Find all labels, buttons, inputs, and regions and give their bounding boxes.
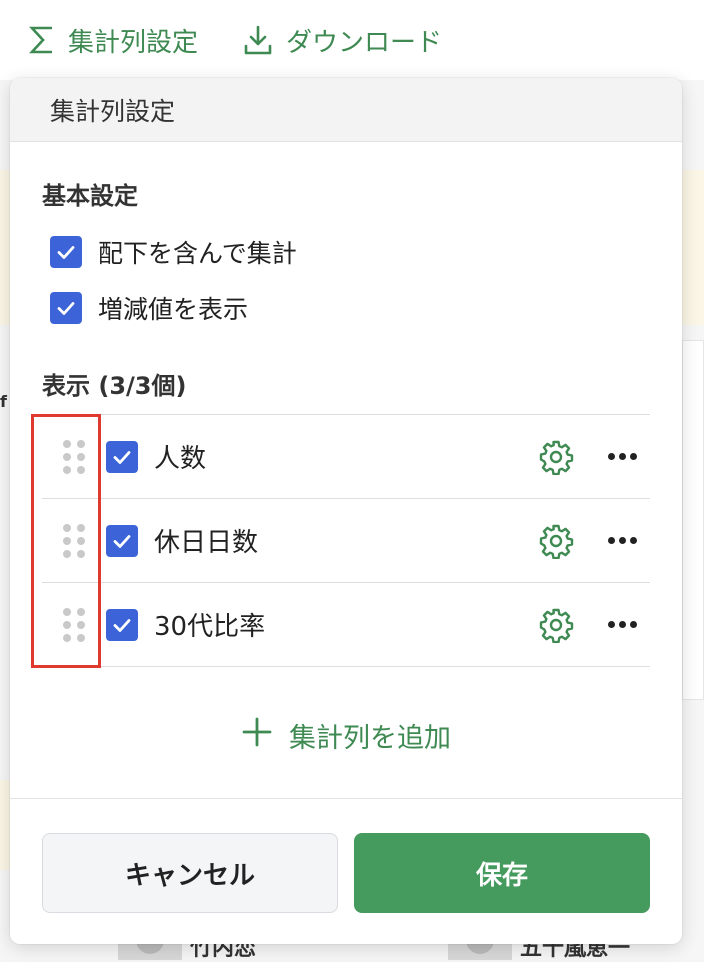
list-item: 休日日数 <box>42 499 650 583</box>
drag-handle-icon[interactable] <box>42 499 106 582</box>
list-item: 30代比率 <box>42 583 650 667</box>
panel-footer: キャンセル 保存 <box>10 798 682 944</box>
option-include-subordinates[interactable]: 配下を含んで集計 <box>50 234 297 270</box>
column-label: 30代比率 <box>154 606 536 643</box>
download-icon <box>242 24 274 56</box>
aggregate-settings-panel: 集計列設定 基本設定 配下を含んで集計 増減値を表示 表示 (3/3個) 人数 <box>10 78 682 944</box>
aggregate-settings-button[interactable]: 集計列設定 <box>28 22 198 59</box>
drag-handle-icon[interactable] <box>42 415 106 498</box>
list-item: 人数 <box>42 415 650 499</box>
plus-icon <box>241 716 273 755</box>
aggregate-settings-label: 集計列設定 <box>68 22 198 59</box>
background-partial-letter: f <box>0 392 7 411</box>
checkmark-icon <box>55 297 77 319</box>
save-button[interactable]: 保存 <box>354 833 650 913</box>
gear-icon[interactable] <box>536 605 576 645</box>
toolbar: 集計列設定 ダウンロード <box>0 0 704 80</box>
add-column-label: 集計列を追加 <box>289 716 451 755</box>
gear-icon[interactable] <box>536 521 576 561</box>
option-label: 配下を含んで集計 <box>98 234 297 270</box>
checkbox[interactable] <box>106 441 138 473</box>
more-options-icon[interactable] <box>602 537 642 544</box>
column-label: 休日日数 <box>154 522 536 559</box>
panel-title: 集計列設定 <box>50 92 175 128</box>
drag-handle-icon[interactable] <box>42 583 106 666</box>
checkbox[interactable] <box>50 236 82 268</box>
cancel-button[interactable]: キャンセル <box>42 833 338 913</box>
checkbox[interactable] <box>106 609 138 641</box>
background-highlight <box>682 170 704 325</box>
column-label: 人数 <box>154 438 536 475</box>
checkmark-icon <box>111 614 133 636</box>
more-options-icon[interactable] <box>602 621 642 628</box>
display-section-title: 表示 (3/3個) <box>42 366 186 401</box>
option-show-change[interactable]: 増減値を表示 <box>50 290 248 326</box>
checkmark-icon <box>111 446 133 468</box>
checkmark-icon <box>55 241 77 263</box>
background-highlight <box>0 170 10 325</box>
checkmark-icon <box>111 530 133 552</box>
checkbox[interactable] <box>50 292 82 324</box>
add-column-button[interactable]: 集計列を追加 <box>10 716 682 755</box>
option-label: 増減値を表示 <box>98 290 248 326</box>
more-options-icon[interactable] <box>602 453 642 460</box>
basic-settings-title: 基本設定 <box>42 176 138 211</box>
sigma-icon <box>28 25 56 55</box>
checkbox[interactable] <box>106 525 138 557</box>
background-highlight <box>0 780 10 870</box>
column-list: 人数 休日日数 30代比率 <box>42 414 650 667</box>
gear-icon[interactable] <box>536 437 576 477</box>
download-button[interactable]: ダウンロード <box>242 22 442 59</box>
download-label: ダウンロード <box>286 22 442 59</box>
background-card <box>682 340 704 700</box>
panel-header: 集計列設定 <box>10 78 682 142</box>
